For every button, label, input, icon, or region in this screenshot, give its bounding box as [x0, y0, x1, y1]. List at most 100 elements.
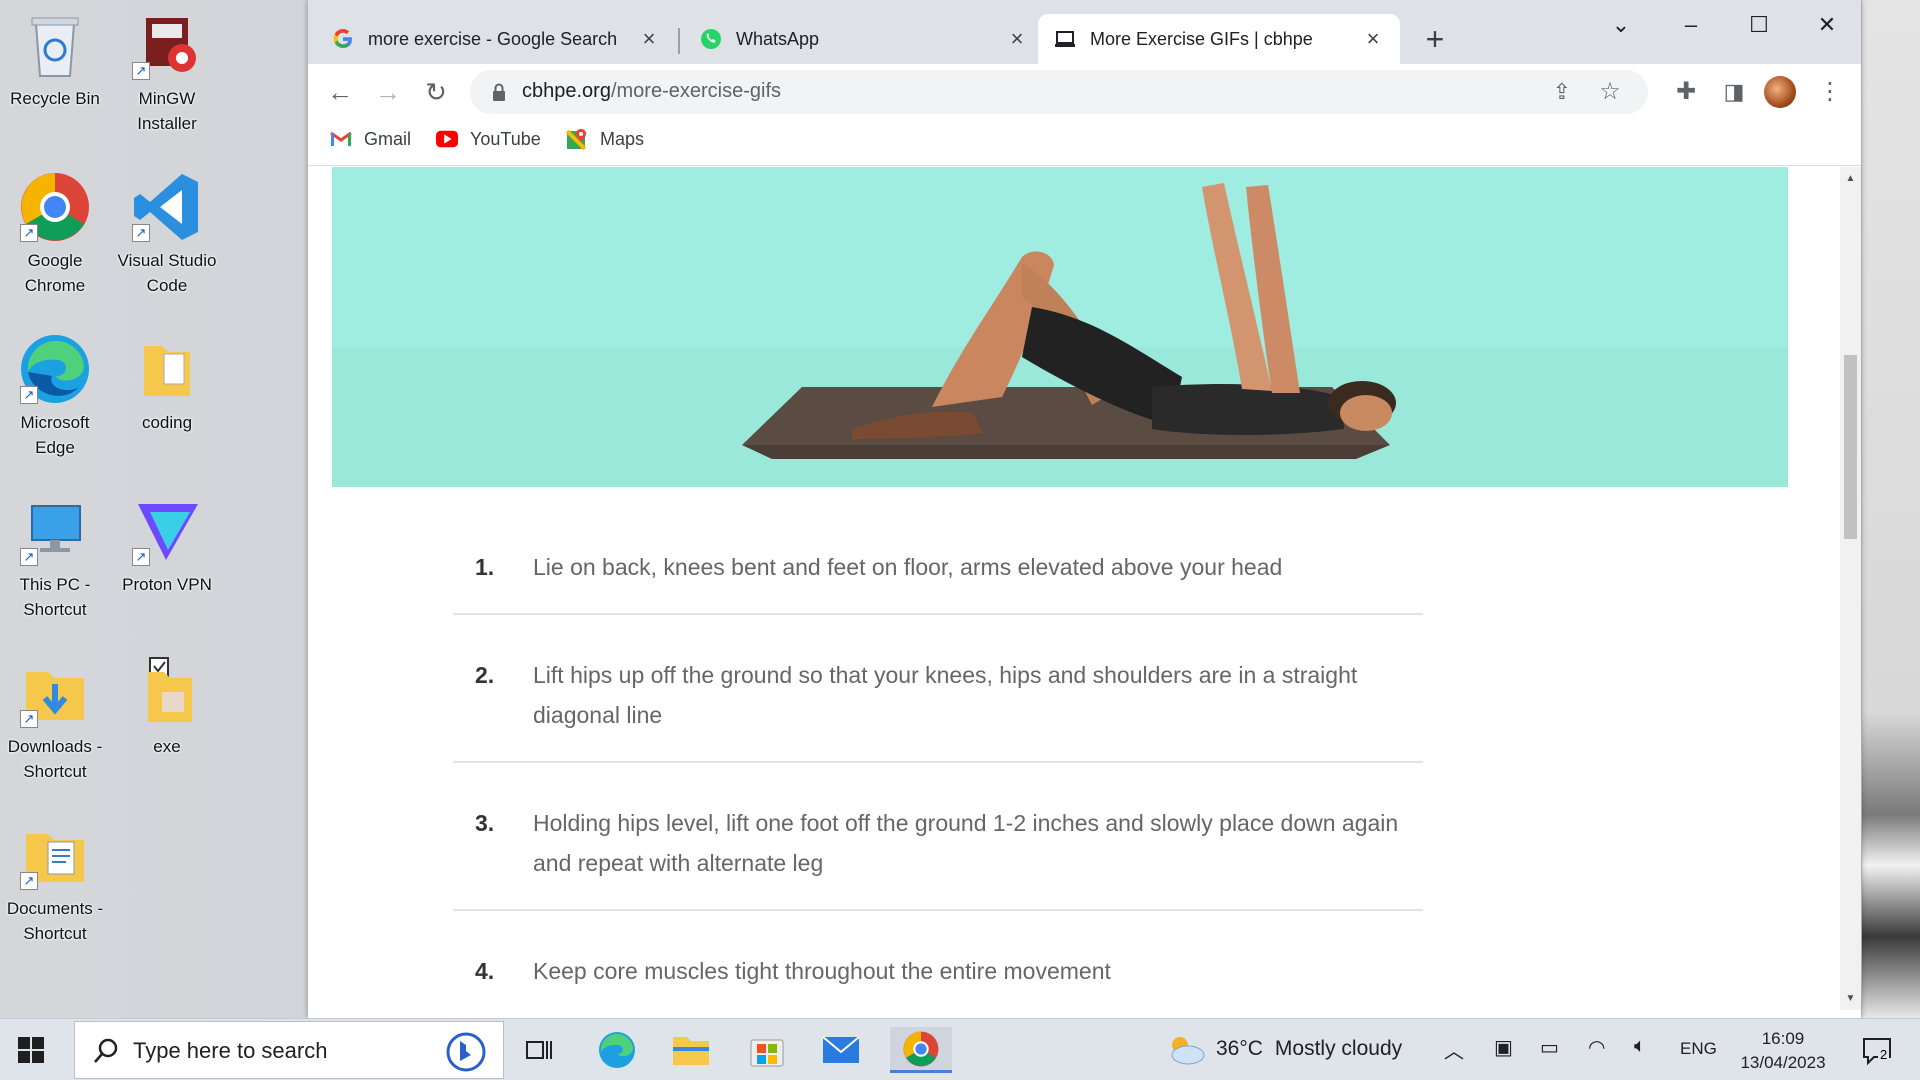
desktop-icon-label: Documents - Shortcut	[6, 899, 104, 943]
maps-icon	[566, 128, 588, 150]
recycle-bin-icon	[18, 8, 92, 82]
youtube-icon	[436, 128, 458, 150]
shortcut-arrow-icon: ↗	[20, 710, 38, 728]
steps-list: 1. Lie on back, knees bent and feet on f…	[453, 547, 1423, 1010]
step-number: 4.	[475, 958, 495, 984]
menu-kebab-icon[interactable]: ⋮	[1812, 74, 1848, 110]
desktop-icon-documents[interactable]: ↗ Documents - Shortcut	[0, 818, 110, 946]
desktop-icon-downloads[interactable]: ↗ Downloads - Shortcut	[0, 656, 110, 784]
clock[interactable]: 16:09 13/04/2023	[1738, 1027, 1828, 1075]
tab-search-chevron-icon[interactable]: ⌄	[1596, 10, 1646, 40]
desktop-icon-label: exe	[153, 737, 181, 756]
folder-icon	[130, 656, 204, 730]
weather-desc: Mostly cloudy	[1274, 1037, 1403, 1060]
desktop-icon-label: Visual Studio Code	[117, 251, 217, 295]
profile-avatar[interactable]	[1764, 76, 1796, 108]
shortcut-arrow-icon: ↗	[20, 548, 38, 566]
wifi-icon[interactable]: ◠	[1588, 1035, 1605, 1060]
desktop-icon-microsoft-edge[interactable]: ↗ Microsoft Edge	[0, 332, 110, 460]
task-view-icon[interactable]	[512, 1027, 566, 1073]
show-hidden-icons-chevron-icon[interactable]: ︿	[1444, 1035, 1464, 1064]
tab-more-exercise-gifs[interactable]: More Exercise GIFs | cbhpe ×	[1038, 14, 1400, 64]
desktop-icon-coding[interactable]: coding	[112, 332, 222, 435]
shortcut-arrow-icon: ↗	[20, 386, 38, 404]
vscode-icon: ↗	[130, 170, 204, 244]
step-item: 3. Holding hips level, lift one foot off…	[453, 803, 1423, 911]
bing-icon[interactable]	[445, 1032, 487, 1072]
bookmark-maps[interactable]: Maps	[566, 128, 644, 150]
notification-center-icon[interactable]: 2	[1860, 1033, 1894, 1067]
taskbar-search-box[interactable]: Type here to search	[74, 1021, 504, 1079]
desktop-icon-label: Google Chrome	[24, 251, 86, 295]
page-scrollbar[interactable]: ▲ ▼	[1840, 167, 1861, 1010]
close-tab-icon[interactable]: ×	[1006, 26, 1028, 52]
taskbar-edge-icon[interactable]	[590, 1027, 644, 1073]
scrollbar-thumb[interactable]	[1844, 355, 1857, 539]
step-text: Lie on back, knees bent and feet on floo…	[533, 554, 1283, 580]
battery-icon[interactable]: ▭	[1540, 1035, 1559, 1060]
desktop-icon-label: Recycle Bin	[10, 89, 100, 108]
bookmark-label: Gmail	[364, 128, 412, 149]
scroll-up-icon[interactable]: ▲	[1844, 173, 1857, 184]
taskbar-file-explorer-icon[interactable]	[664, 1027, 718, 1073]
desktop-icon-mingw-installer[interactable]: ↗ MinGW Installer	[112, 8, 222, 136]
maximize-button[interactable]: ☐	[1734, 10, 1784, 40]
back-arrow-icon[interactable]: ←	[322, 74, 358, 110]
volume-icon[interactable]: 🔈︎	[1634, 1035, 1646, 1058]
share-icon[interactable]: ⇪	[1544, 74, 1580, 110]
desktop-icon-label: Proton VPN	[122, 575, 212, 594]
tab-title: More Exercise GIFs | cbhpe	[1090, 28, 1313, 49]
tab-whatsapp[interactable]: WhatsApp ×	[684, 14, 1044, 64]
side-panel-icon[interactable]: ◨	[1716, 74, 1752, 110]
bookmark-gmail[interactable]: Gmail	[330, 128, 411, 150]
desktop-icon-recycle-bin[interactable]: Recycle Bin	[0, 8, 110, 111]
desktop-icon-label: coding	[141, 413, 193, 432]
page-viewport: 1. Lie on back, knees bent and feet on f…	[308, 167, 1861, 1010]
desktop-icon-vscode[interactable]: ↗ Visual Studio Code	[112, 170, 222, 298]
folder-icon	[130, 332, 204, 406]
address-bar[interactable]: cbhpe.org/more-exercise-gifs ⇪ ☆	[470, 70, 1648, 114]
desktop-icon-proton-vpn[interactable]: ↗ Proton VPN	[112, 494, 222, 597]
mingw-installer-icon: ↗	[130, 8, 204, 82]
browser-toolbar: ← → ↻ cbhpe.org/more-exercise-gifs ⇪ ☆ ✚…	[308, 64, 1861, 120]
reload-icon[interactable]: ↻	[418, 74, 454, 110]
scroll-down-icon[interactable]: ▼	[1844, 993, 1857, 1004]
exercise-gif	[332, 167, 1788, 487]
laptop-icon	[1054, 28, 1076, 50]
language-indicator[interactable]: ENG	[1680, 1039, 1717, 1059]
meet-now-icon[interactable]: ▣	[1494, 1035, 1513, 1060]
url-path: /more-exercise-gifs	[610, 80, 782, 102]
step-item: 1. Lie on back, knees bent and feet on f…	[453, 547, 1423, 615]
wallpaper-strip	[1862, 0, 1920, 1018]
close-tab-icon[interactable]: ×	[638, 26, 660, 52]
url-text: cbhpe.org/more-exercise-gifs	[522, 80, 781, 103]
clock-time: 16:09	[1761, 1029, 1805, 1048]
step-number: 2.	[475, 662, 495, 688]
close-window-button[interactable]: ✕	[1802, 10, 1852, 40]
tab-google-search[interactable]: more exercise - Google Search ×	[316, 14, 676, 64]
taskbar: Type here to search 36°C Mostly cloudy ︿…	[0, 1018, 1920, 1080]
bookmark-youtube[interactable]: YouTube	[436, 128, 541, 150]
desktop-icon-google-chrome[interactable]: ↗ Google Chrome	[0, 170, 110, 298]
desktop-icon-this-pc[interactable]: ↗ This PC - Shortcut	[0, 494, 110, 622]
windows-start-icon[interactable]	[14, 1033, 48, 1067]
close-tab-icon[interactable]: ×	[1362, 26, 1384, 52]
taskbar-microsoft-store-icon[interactable]	[740, 1027, 794, 1073]
taskbar-mail-icon[interactable]	[814, 1027, 868, 1073]
minimize-button[interactable]: –	[1666, 10, 1716, 40]
desktop-icon-label: Downloads - Shortcut	[7, 737, 103, 781]
cloudy-icon	[1171, 1037, 1205, 1065]
clock-date: 13/04/2023	[1740, 1053, 1826, 1072]
step-item: 2. Lift hips up off the ground so that y…	[453, 655, 1423, 763]
new-tab-button[interactable]: +	[1418, 22, 1452, 56]
bookmarks-bar: Gmail YouTube Maps	[308, 120, 1861, 166]
shortcut-arrow-icon: ↗	[132, 548, 150, 566]
taskbar-chrome-icon[interactable]	[890, 1027, 952, 1073]
desktop-icon-exe[interactable]: exe	[112, 656, 222, 759]
chrome-icon: ↗	[18, 170, 92, 244]
weather-widget[interactable]: 36°C Mostly cloudy	[1166, 1033, 1402, 1065]
extensions-puzzle-icon[interactable]: ✚	[1668, 74, 1704, 110]
forward-arrow-icon[interactable]: →	[370, 74, 406, 110]
desktop-icon-label: This PC - Shortcut	[19, 575, 91, 619]
bookmark-star-icon[interactable]: ☆	[1592, 74, 1628, 110]
